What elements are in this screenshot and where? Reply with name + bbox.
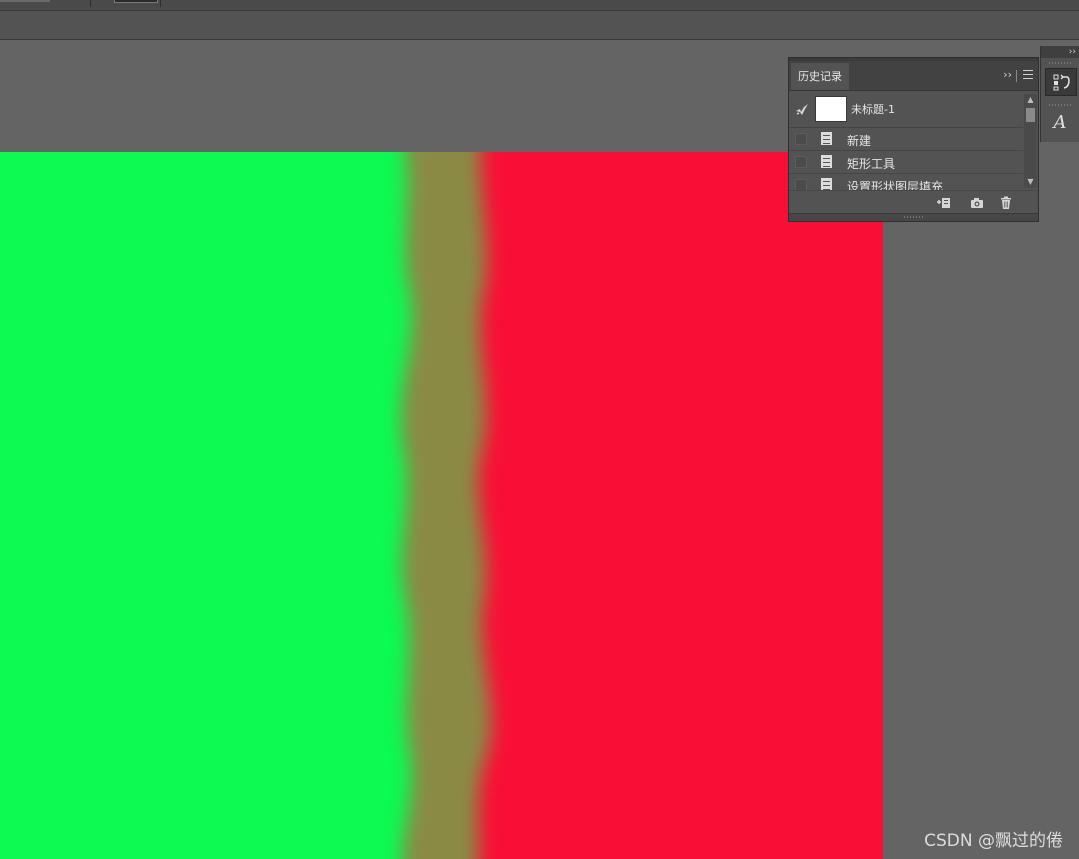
feathered-edge — [401, 152, 492, 859]
collapse-panel-icon[interactable]: ›› — [1003, 68, 1012, 81]
panel-tab-bar: 历史记录 ›› — [789, 61, 1038, 91]
document-icon — [821, 132, 832, 145]
trash-icon[interactable] — [998, 195, 1014, 211]
history-brush-source-checkbox[interactable] — [795, 179, 807, 190]
document-icon — [821, 155, 832, 168]
scroll-down-icon[interactable]: ▼ — [1024, 176, 1037, 188]
history-brush-source-checkbox[interactable] — [795, 133, 807, 145]
character-panel-icon[interactable]: A — [1045, 110, 1075, 136]
options-field[interactable] — [114, 0, 158, 3]
panel-resize-grip[interactable] — [789, 213, 1038, 221]
history-state-label: 新建 — [847, 134, 872, 148]
green-fill-region — [0, 152, 440, 859]
history-scrollbar[interactable]: ▲ ▼ — [1024, 94, 1037, 188]
history-state-item[interactable]: 新建 — [789, 128, 1023, 151]
document-icon — [821, 178, 832, 190]
dock-grip[interactable] — [1049, 104, 1071, 106]
history-panel: 历史记录 ›› 未标题-1 新建 矩形工具 设置形状图层填充 ▲ ▼ — [788, 57, 1039, 222]
watermark: CSDN @飘过的倦 — [924, 831, 1063, 851]
options-separator — [160, 0, 161, 7]
history-state-list: 新建 矩形工具 设置形状图层填充 — [789, 128, 1023, 190]
snapshot-label: 未标题-1 — [851, 103, 895, 116]
history-brush-source-checkbox[interactable] — [795, 156, 807, 168]
camera-icon[interactable] — [969, 195, 985, 211]
history-panel-footer — [789, 190, 1038, 215]
photoshop-window: 历史记录 ›› 未标题-1 新建 矩形工具 设置形状图层填充 ▲ ▼ ›› A … — [0, 0, 1079, 859]
dock-grip[interactable] — [1049, 62, 1071, 64]
options-separator — [90, 0, 91, 7]
panel-menu-icon[interactable] — [1023, 70, 1033, 79]
history-state-item[interactable]: 矩形工具 — [789, 151, 1023, 174]
snapshot-thumbnail — [815, 96, 847, 122]
expand-panels-icon[interactable]: ›› — [1041, 46, 1079, 58]
panel-dock: ›› A — [1040, 46, 1079, 142]
history-panel-icon[interactable] — [1045, 68, 1077, 96]
scroll-up-icon[interactable]: ▲ — [1024, 94, 1037, 106]
history-state-label: 矩形工具 — [847, 157, 896, 171]
document-canvas[interactable] — [0, 152, 883, 859]
scroll-thumb[interactable] — [1026, 108, 1035, 122]
new-document-from-state-icon[interactable] — [936, 195, 952, 211]
history-snapshot-row[interactable]: 未标题-1 — [789, 93, 1023, 128]
history-state-label: 设置形状图层填充 — [847, 180, 944, 190]
document-tab-strip — [0, 11, 1079, 40]
options-bar — [0, 0, 1079, 11]
panel-divider — [1016, 70, 1017, 82]
history-state-item[interactable]: 设置形状图层填充 — [789, 174, 1023, 190]
history-brush-source-icon[interactable] — [795, 103, 809, 117]
options-control[interactable] — [0, 0, 50, 2]
tab-history[interactable]: 历史记录 — [791, 63, 849, 90]
